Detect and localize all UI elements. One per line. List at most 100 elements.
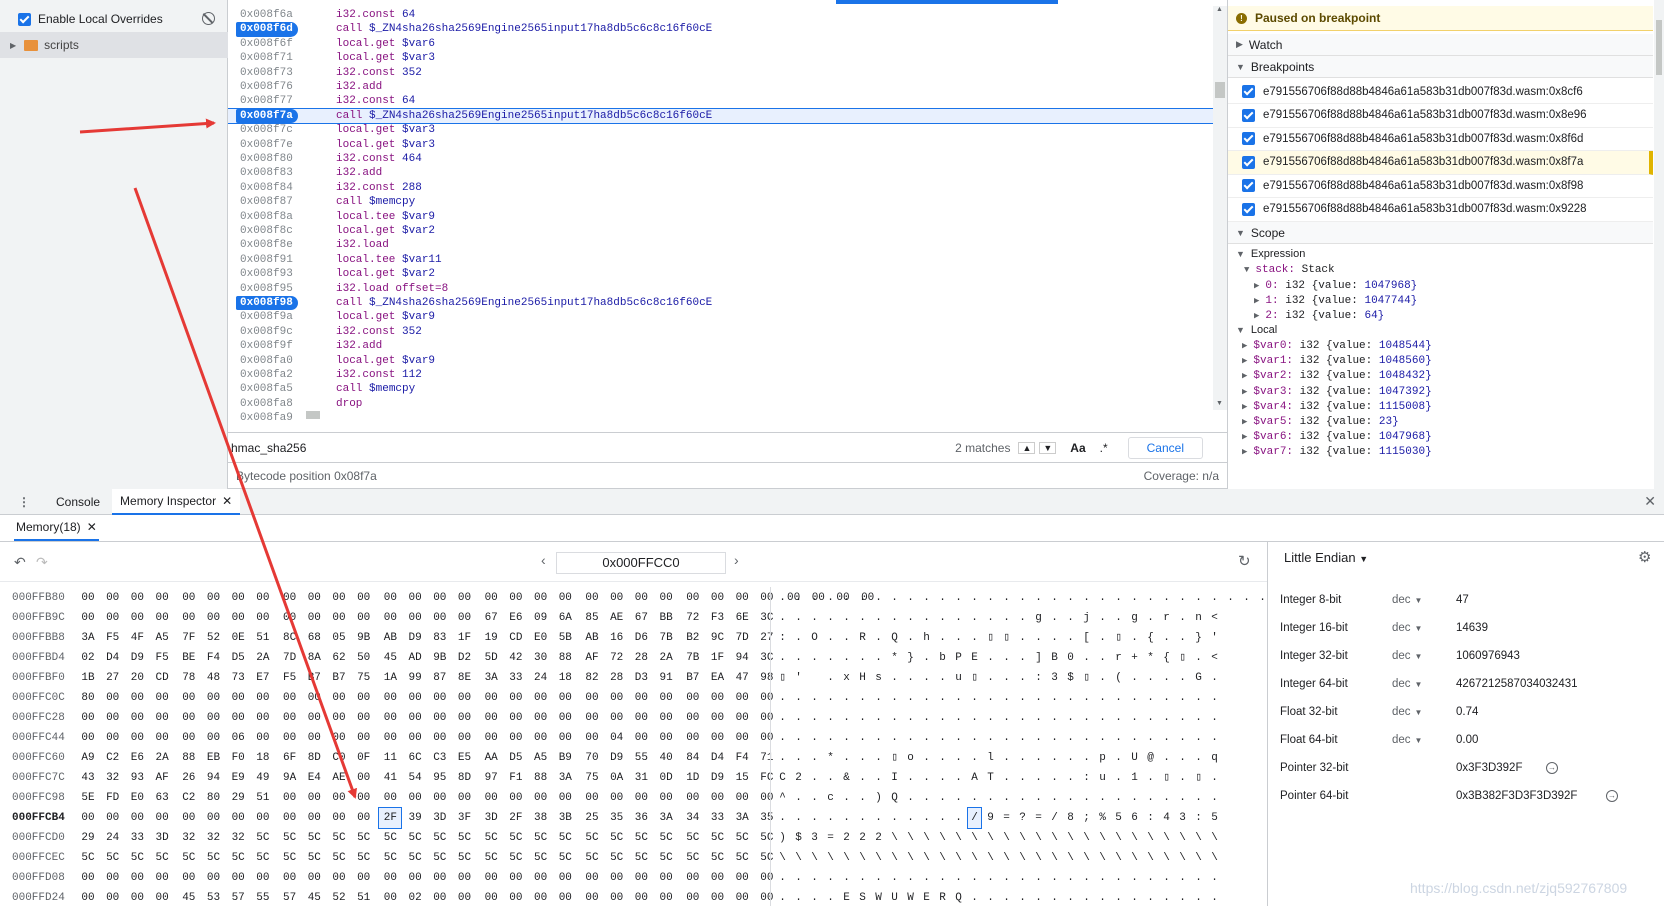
memory-char[interactable]: . [792, 708, 805, 728]
line-address[interactable]: 0x008f9f [236, 339, 298, 353]
scope-entry[interactable]: ▶ 1: i32 {value: 1047744} [1254, 295, 1417, 307]
memory-char[interactable]: . [1064, 688, 1077, 708]
memory-byte[interactable]: 00 [178, 708, 200, 728]
memory-byte[interactable]: 24 [530, 668, 552, 688]
memory-char[interactable]: . [1112, 768, 1125, 788]
memory-char[interactable]: = [1000, 808, 1013, 828]
memory-char[interactable]: \ [936, 848, 949, 868]
memory-byte[interactable]: 00 [707, 688, 729, 708]
memory-char[interactable]: . [1128, 888, 1141, 906]
memory-char[interactable]: . [872, 868, 885, 888]
memory-byte[interactable]: E9 [227, 768, 249, 788]
memory-char[interactable]: ; [1080, 808, 1093, 828]
memory-char[interactable]: 5 [1208, 808, 1221, 828]
memory-byte[interactable]: 5C [505, 848, 527, 868]
memory-char[interactable]: . [904, 728, 917, 748]
memory-char[interactable]: r [1160, 608, 1173, 628]
memory-char[interactable]: . [904, 688, 917, 708]
memory-char[interactable]: . [1016, 748, 1029, 768]
memory-byte[interactable]: 00 [328, 708, 350, 728]
memory-char[interactable]: . [1048, 748, 1061, 768]
memory-byte[interactable]: 55 [252, 888, 274, 906]
memory-char[interactable]: . [1096, 728, 1109, 748]
memory-byte[interactable]: 00 [178, 868, 200, 888]
memory-byte[interactable]: 00 [379, 868, 401, 888]
format-select[interactable]: dec ▼ [1392, 730, 1422, 751]
code-line[interactable]: 0x008f6f local.get $var6 [228, 37, 1213, 51]
memory-char[interactable]: . [1064, 628, 1077, 648]
memory-char[interactable]: . [824, 688, 837, 708]
memory-byte[interactable]: 06 [227, 728, 249, 748]
memory-char[interactable]: \ [1096, 848, 1109, 868]
memory-byte[interactable]: 00 [178, 688, 200, 708]
memory-char[interactable]: \ [1176, 828, 1189, 848]
memory-char[interactable]: \ [888, 828, 901, 848]
memory-byte[interactable]: 38 [530, 808, 552, 828]
memory-char[interactable] [808, 668, 821, 688]
memory-char[interactable]: . [1048, 728, 1061, 748]
memory-byte[interactable]: AF [151, 768, 173, 788]
memory-char[interactable]: . [936, 688, 949, 708]
endianness-select[interactable]: Little Endian ▼ [1284, 550, 1368, 565]
memory-byte[interactable]: 00 [655, 888, 677, 906]
memory-char[interactable]: . [1064, 768, 1077, 788]
memory-byte[interactable]: 0F [353, 748, 375, 768]
memory-byte[interactable]: 5C [630, 828, 652, 848]
memory-byte[interactable]: 45 [379, 648, 401, 668]
memory-char[interactable]: \ [1032, 848, 1045, 868]
memory-byte[interactable]: 00 [353, 608, 375, 628]
memory-byte[interactable]: D4 [707, 748, 729, 768]
memory-char[interactable]: : [1144, 808, 1157, 828]
memory-byte[interactable]: 00 [480, 788, 502, 808]
memory-byte[interactable]: 00 [227, 868, 249, 888]
memory-byte[interactable]: 00 [126, 808, 148, 828]
line-address[interactable]: 0x008fa2 [236, 368, 298, 382]
memory-byte[interactable]: D9 [606, 748, 628, 768]
memory-byte[interactable]: 05 [328, 628, 350, 648]
overrides-checkbox[interactable] [18, 12, 31, 26]
memory-byte[interactable]: 00 [279, 688, 301, 708]
memory-byte[interactable]: 00 [606, 588, 628, 608]
memory-char[interactable]: ) [776, 828, 789, 848]
memory-char[interactable]: \ [1144, 848, 1157, 868]
code-line[interactable]: 0x008f91 local.tee $var11 [228, 253, 1213, 267]
memory-char[interactable]: . [1128, 588, 1141, 608]
memory-byte[interactable]: E6 [126, 748, 148, 768]
memory-char[interactable]: ▯ [1000, 628, 1013, 648]
memory-char[interactable]: . [1016, 688, 1029, 708]
memory-char[interactable]: \ [1016, 848, 1029, 868]
memory-byte[interactable]: D2 [454, 648, 476, 668]
memory-byte[interactable]: 00 [655, 868, 677, 888]
memory-char[interactable]: . [1240, 588, 1253, 608]
memory-byte[interactable]: 00 [682, 888, 704, 906]
memory-char[interactable]: . [968, 628, 981, 648]
memory-byte[interactable]: 00 [227, 688, 249, 708]
memory-byte[interactable]: 5C [606, 828, 628, 848]
memory-byte[interactable]: E0 [530, 628, 552, 648]
memory-byte[interactable]: 32 [102, 768, 124, 788]
memory-char[interactable]: . [968, 588, 981, 608]
memory-char[interactable]: . [1144, 728, 1157, 748]
memory-char[interactable]: . [1128, 688, 1141, 708]
memory-byte[interactable]: 80 [203, 788, 225, 808]
memory-byte[interactable]: 00 [126, 868, 148, 888]
memory-byte[interactable]: 82 [581, 668, 603, 688]
scrollbar-thumb[interactable] [1215, 82, 1225, 98]
memory-byte[interactable]: 00 [429, 588, 451, 608]
code-line[interactable]: 0x008f71 local.get $var3 [228, 51, 1213, 65]
settings-gear-icon[interactable]: ⚙ [1638, 548, 1651, 566]
memory-char[interactable]: . [856, 648, 869, 668]
memory-char[interactable]: . [776, 608, 789, 628]
memory-byte[interactable]: 43 [77, 768, 99, 788]
memory-byte[interactable]: 5C [328, 828, 350, 848]
memory-char[interactable]: . [984, 668, 997, 688]
memory-byte[interactable]: 00 [630, 588, 652, 608]
memory-byte[interactable]: 5C [731, 828, 753, 848]
memory-char[interactable]: . [1176, 768, 1189, 788]
memory-byte[interactable]: 9B [429, 648, 451, 668]
memory-byte[interactable]: 25 [581, 808, 603, 828]
memory-char[interactable]: = [1032, 808, 1045, 828]
memory-byte[interactable]: 00 [581, 788, 603, 808]
memory-byte[interactable]: 8C [279, 628, 301, 648]
memory-byte[interactable]: 00 [77, 868, 99, 888]
